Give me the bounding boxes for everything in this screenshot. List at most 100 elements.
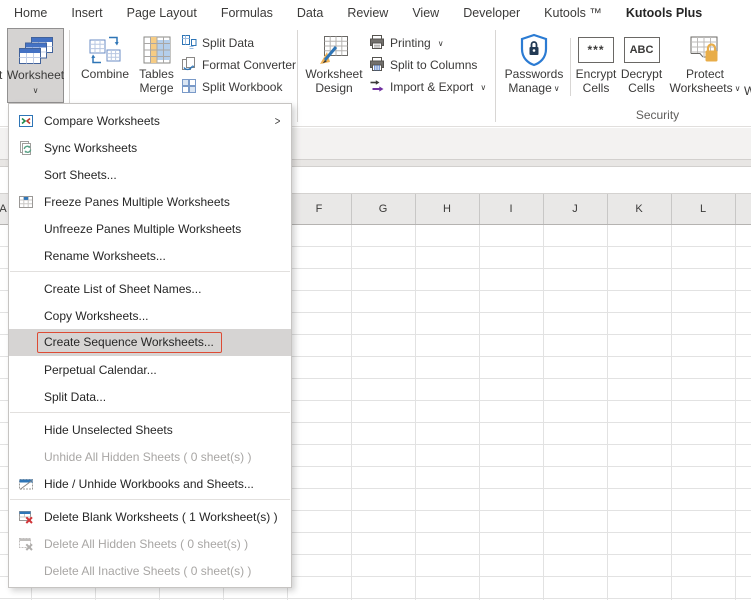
tab-insert[interactable]: Insert — [59, 0, 114, 27]
menu-item-label: Create List of Sheet Names... — [44, 281, 202, 296]
group-divider — [297, 30, 298, 122]
menu-item-hide-unselected-sheets[interactable]: Hide Unselected Sheets — [9, 416, 291, 443]
tab-page-layout[interactable]: Page Layout — [115, 0, 209, 27]
split-data-button[interactable]: Split Data — [179, 32, 297, 54]
menu-separator — [10, 499, 290, 500]
menu-icon-placeholder — [18, 281, 34, 297]
menu-item-label: Unhide All Hidden Sheets ( 0 sheet(s) ) — [44, 449, 252, 464]
menu-separator — [10, 271, 290, 272]
excel-window: Home Insert Page Layout Formulas Data Review V… — [0, 0, 751, 600]
tab-kutools[interactable]: Kutools ™ — [532, 0, 614, 27]
decrypt-label-2: Cells — [628, 80, 655, 95]
menu-item-rename-worksheets[interactable]: Rename Worksheets... — [9, 242, 291, 269]
menu-item-sync-worksheets[interactable]: Sync Worksheets — [9, 134, 291, 161]
menu-separator — [10, 412, 290, 413]
split-to-columns-button[interactable]: Split to Columns — [367, 54, 489, 76]
combine-button-label: Combine — [80, 67, 130, 81]
worksheet-design-icon — [319, 28, 349, 68]
encrypt-label-1: Encrypt — [575, 67, 617, 81]
shield-lock-icon — [519, 28, 549, 68]
security-group-label: Security — [635, 108, 680, 122]
menu-item-sort-sheets[interactable]: Sort Sheets... — [9, 161, 291, 188]
worksheet-button[interactable]: Worksheet — [7, 28, 64, 103]
menu-icon-placeholder — [18, 449, 34, 465]
menu-item-unhide-all-hidden-sheets-0-sheet-s: Unhide All Hidden Sheets ( 0 sheet(s) ) — [9, 443, 291, 470]
design-label-1: Worksheet — [305, 67, 363, 81]
import-export-button[interactable]: Import & Export — [367, 76, 489, 98]
tab-kutools-plus[interactable]: Kutools Plus — [614, 0, 714, 27]
passwords-label-2: Manage — [508, 81, 559, 97]
menu-item-freeze-panes-multiple-worksheets[interactable]: Freeze Panes Multiple Worksheets — [9, 188, 291, 215]
worksheet-design-button[interactable]: Worksheet Design — [303, 28, 365, 125]
menu-item-create-sequence-worksheets[interactable]: Create Sequence Worksheets... — [9, 329, 291, 356]
delete-hidden-icon — [18, 536, 34, 552]
menu-item-delete-all-hidden-sheets-0-sheet-s: Delete All Hidden Sheets ( 0 sheet(s) ) — [9, 530, 291, 557]
worksheet-dropdown-menu: Compare Worksheets > Sync Worksheets Sort S… — [8, 103, 292, 588]
column-header-j[interactable]: J — [543, 194, 607, 225]
group-divider — [495, 30, 496, 122]
tab-view[interactable]: View — [400, 0, 451, 27]
printing-button[interactable]: Printing — [367, 32, 489, 54]
menu-icon-placeholder — [18, 308, 34, 324]
column-header-l[interactable]: L — [671, 194, 735, 225]
split-data-icon — [181, 34, 197, 53]
tab-home[interactable]: Home — [2, 0, 59, 27]
split-columns-icon — [369, 56, 385, 75]
small-button-column-2: Printing Split to Columns Import & Export — [367, 32, 489, 98]
passwords-manage-button[interactable]: Passwords Manage — [501, 28, 567, 125]
menu-icon-placeholder — [18, 362, 34, 378]
decrypt-label-1: Decrypt — [620, 67, 663, 81]
sync-icon — [18, 140, 34, 156]
menu-icon-placeholder — [18, 563, 34, 579]
protect-label-2: Worksheets — [670, 81, 741, 97]
column-header-f[interactable]: F — [287, 194, 351, 225]
menu-icon-placeholder — [18, 422, 34, 438]
ribbon-tab-bar: Home Insert Page Layout Formulas Data Review V… — [0, 0, 751, 27]
menu-item-delete-blank-worksheets-1-worksheet-s[interactable]: Delete Blank Worksheets ( 1 Worksheet(s)… — [9, 503, 291, 530]
passwords-label-1: Passwords — [504, 67, 564, 81]
tab-formulas[interactable]: Formulas — [209, 0, 285, 27]
split-workbook-icon — [181, 78, 197, 97]
menu-item-label: Perpetual Calendar... — [44, 362, 157, 377]
menu-item-split-data[interactable]: Split Data... — [9, 383, 291, 410]
small-button-label: Format Converter — [202, 58, 297, 72]
tab-data[interactable]: Data — [285, 0, 335, 27]
menu-item-label: Delete All Inactive Sheets ( 0 sheet(s) … — [44, 563, 252, 578]
combine-icon — [89, 28, 121, 68]
menu-item-label: Delete All Hidden Sheets ( 0 sheet(s) ) — [44, 536, 249, 551]
dropdown-chevron-icon — [436, 36, 444, 50]
menu-item-label: Freeze Panes Multiple Worksheets — [44, 194, 230, 209]
small-button-label: Printing — [390, 36, 431, 50]
column-header-g[interactable]: G — [351, 194, 415, 225]
menu-item-compare-worksheets[interactable]: Compare Worksheets > — [9, 107, 291, 134]
menu-item-label: Hide / Unhide Workbooks and Sheets... — [44, 476, 254, 491]
split-workbook-button[interactable]: Split Workbook — [179, 76, 297, 98]
small-button-column-1: Split Data Format Converter Split Workbook — [179, 32, 297, 98]
dropdown-chevron-icon — [733, 82, 741, 97]
menu-icon-placeholder — [18, 221, 34, 237]
hide-unhide-icon — [18, 476, 34, 492]
dropdown-chevron-icon — [33, 83, 39, 97]
protect-label-1: Protect — [685, 67, 724, 81]
menu-item-label: Hide Unselected Sheets — [44, 422, 173, 437]
compare-icon — [18, 113, 34, 129]
small-button-label: Split Data — [202, 36, 255, 50]
format-converter-button[interactable]: Format Converter — [179, 54, 297, 76]
menu-item-label: Copy Worksheets... — [44, 308, 149, 323]
menu-item-label: Compare Worksheets — [44, 113, 160, 128]
column-header-k[interactable]: K — [607, 194, 671, 225]
tables-merge-label-1: Tables — [139, 67, 174, 81]
menu-item-copy-worksheets[interactable]: Copy Worksheets... — [9, 302, 291, 329]
small-button-label: Import & Export — [390, 80, 474, 94]
menu-item-delete-all-inactive-sheets-0-sheet-s: Delete All Inactive Sheets ( 0 sheet(s) … — [9, 557, 291, 584]
column-header-i[interactable]: I — [479, 194, 543, 225]
menu-item-unfreeze-panes-multiple-worksheets[interactable]: Unfreeze Panes Multiple Worksheets — [9, 215, 291, 242]
menu-item-perpetual-calendar[interactable]: Perpetual Calendar... — [9, 356, 291, 383]
menu-icon-placeholder — [18, 389, 34, 405]
column-header-h[interactable]: H — [415, 194, 479, 225]
menu-item-create-list-of-sheet-names[interactable]: Create List of Sheet Names... — [9, 275, 291, 302]
tab-developer[interactable]: Developer — [451, 0, 532, 27]
asterisks-icon: *** — [578, 37, 614, 63]
menu-item-hide-unhide-workbooks-and-sheets[interactable]: Hide / Unhide Workbooks and Sheets... — [9, 470, 291, 497]
tab-review[interactable]: Review — [335, 0, 400, 27]
